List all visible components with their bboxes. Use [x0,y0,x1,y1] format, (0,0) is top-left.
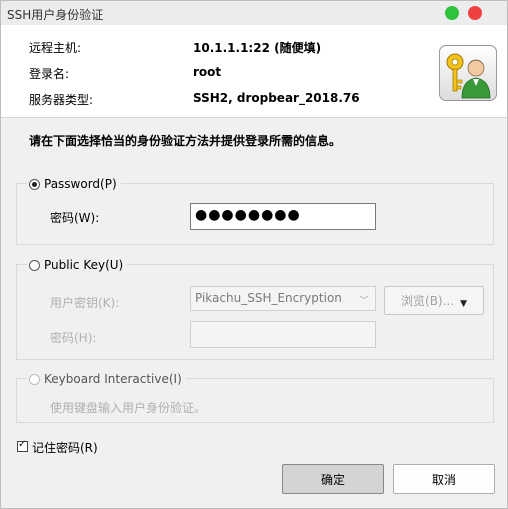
window-title: SSH用户身份验证 [7,8,104,22]
password-radio-label: Password(P) [44,177,117,191]
chevron-down-icon: ﹀ [359,296,369,307]
keyboard-description: 使用键盘输入用户身份验证。 [50,401,207,415]
close-button[interactable] [468,6,482,20]
title-bar: SSH用户身份验证 [1,1,507,25]
instruction-text: 请在下面选择恰当的身份验证方法并提供登录所需的信息。 [29,134,342,148]
dropdown-arrow-icon: ▼ [460,298,467,309]
passphrase-input[interactable] [190,321,376,348]
password-radio[interactable]: Password(P) [27,177,121,191]
password-input[interactable]: ●●●●●●●● [190,203,376,230]
ok-button[interactable]: 确定 [282,464,384,494]
server-type-label: 服务器类型: [29,93,94,107]
remember-password-checkbox[interactable] [17,439,28,452]
ok-button-label: 确定 [320,472,345,487]
server-type-value: SSH2, dropbear_2018.76 [193,91,360,105]
user-key-value: Pikachu_SSH_Encryption [195,291,342,305]
password-value: ●●●●●●●● [195,207,301,223]
publickey-radio-indicator[interactable] [29,259,40,271]
publickey-radio[interactable]: Public Key(U) [27,258,128,272]
passphrase-label: 密码(H): [50,331,97,345]
cancel-button-label: 取消 [431,472,456,487]
host-label: 远程主机: [29,41,82,55]
cancel-button[interactable]: 取消 [393,464,495,494]
keyboard-radio-indicator[interactable] [29,373,40,385]
user-key-label: 用户密钥(K): [50,296,120,310]
login-value: root [193,65,222,79]
browse-button-label: 浏览(B)... [401,294,455,308]
ssh-auth-dialog: SSH用户身份验证 远程主机: 10.1.1.1:22 (随便填) 登录名: r… [0,0,508,509]
password-field-label: 密码(W): [50,211,100,225]
keyboard-radio-label: Keyboard Interactive(I) [44,372,182,386]
remember-password-label: 记住密码(R) [32,441,98,455]
keyboard-radio[interactable]: Keyboard Interactive(I) [27,372,186,386]
host-value: 10.1.1.1:22 (随便填) [193,41,322,55]
publickey-radio-label: Public Key(U) [44,258,124,272]
minimize-button[interactable] [445,6,459,20]
login-label: 登录名: [29,67,70,81]
browse-button[interactable]: 浏览(B)... ▼ [384,286,484,315]
user-key-select[interactable]: Pikachu_SSH_Encryption ﹀ [190,286,376,311]
connection-info-panel: 远程主机: 10.1.1.1:22 (随便填) 登录名: root 服务器类型:… [1,25,507,118]
password-radio-indicator[interactable] [29,178,40,190]
user-key-icon [439,45,497,101]
